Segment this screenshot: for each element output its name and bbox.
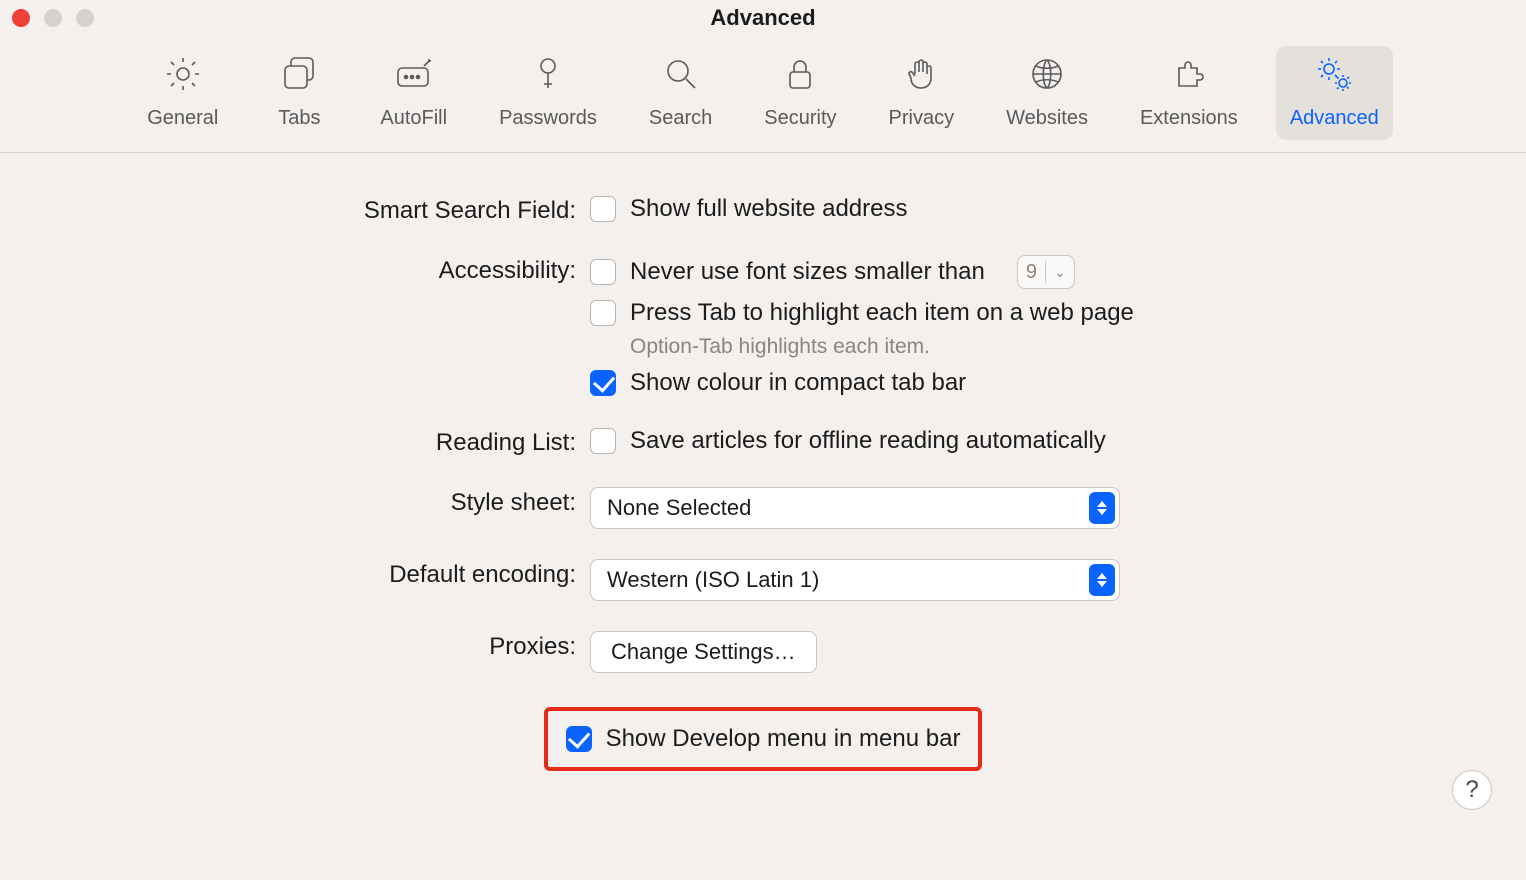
save-offline-checkbox[interactable] xyxy=(590,428,616,454)
window-titlebar: Advanced xyxy=(0,0,1526,36)
show-develop-checkbox[interactable] xyxy=(566,726,592,752)
tab-privacy[interactable]: Privacy xyxy=(875,46,969,140)
change-settings-label: Change Settings… xyxy=(611,639,796,665)
window-title: Advanced xyxy=(0,5,1526,31)
tab-label: General xyxy=(147,107,218,130)
default-encoding-select[interactable]: Western (ISO Latin 1) xyxy=(590,559,1120,601)
minimize-window-button[interactable] xyxy=(44,9,62,27)
default-encoding-value: Western (ISO Latin 1) xyxy=(607,567,819,593)
chevron-down-icon: ⌄ xyxy=(1054,264,1066,281)
help-label: ? xyxy=(1465,776,1478,804)
hand-icon xyxy=(901,54,941,99)
tab-extensions[interactable]: Extensions xyxy=(1126,46,1252,140)
tab-label: Advanced xyxy=(1290,107,1379,130)
tab-autofill[interactable]: AutoFill xyxy=(366,46,461,140)
globe-icon xyxy=(1027,54,1067,99)
tab-label: Passwords xyxy=(499,107,597,130)
lock-icon xyxy=(780,54,820,99)
advanced-pane: Smart Search Field: Show full website ad… xyxy=(0,153,1526,811)
tab-label: Tabs xyxy=(278,107,320,130)
tab-label: Privacy xyxy=(889,107,955,130)
reading-list-label: Reading List: xyxy=(60,427,590,457)
autofill-icon xyxy=(394,54,434,99)
help-button[interactable]: ? xyxy=(1452,770,1492,810)
show-full-address-checkbox[interactable] xyxy=(590,196,616,222)
tab-websites[interactable]: Websites xyxy=(992,46,1102,140)
gear-icon xyxy=(163,54,203,99)
never-smaller-checkbox[interactable] xyxy=(590,259,616,285)
close-window-button[interactable] xyxy=(12,9,30,27)
zoom-window-button[interactable] xyxy=(76,9,94,27)
tab-search[interactable]: Search xyxy=(635,46,726,140)
show-full-address-text: Show full website address xyxy=(630,195,907,223)
press-tab-text: Press Tab to highlight each item on a we… xyxy=(630,299,1134,327)
smart-search-label: Smart Search Field: xyxy=(60,195,590,225)
tab-advanced[interactable]: Advanced xyxy=(1276,46,1393,140)
puzzle-icon xyxy=(1169,54,1209,99)
tab-security[interactable]: Security xyxy=(750,46,850,140)
search-icon xyxy=(661,54,701,99)
style-sheet-label: Style sheet: xyxy=(60,487,590,517)
tab-tabs[interactable]: Tabs xyxy=(256,46,342,140)
select-arrows-icon xyxy=(1089,492,1115,524)
press-tab-hint: Option-Tab highlights each item. xyxy=(630,335,1134,359)
save-offline-text: Save articles for offline reading automa… xyxy=(630,427,1106,455)
show-develop-text: Show Develop menu in menu bar xyxy=(606,725,961,753)
never-smaller-text: Never use font sizes smaller than xyxy=(630,258,985,286)
tab-label: Search xyxy=(649,107,712,130)
tab-label: Websites xyxy=(1006,107,1088,130)
tab-passwords[interactable]: Passwords xyxy=(485,46,611,140)
tabs-icon xyxy=(279,54,319,99)
font-size-stepper[interactable]: 9 ⌄ xyxy=(1017,255,1075,289)
tab-general[interactable]: General xyxy=(133,46,232,140)
show-colour-text: Show colour in compact tab bar xyxy=(630,369,966,397)
show-colour-checkbox[interactable] xyxy=(590,370,616,396)
style-sheet-select[interactable]: None Selected xyxy=(590,487,1120,529)
press-tab-checkbox[interactable] xyxy=(590,300,616,326)
traffic-lights xyxy=(12,9,94,27)
tab-label: Extensions xyxy=(1140,107,1238,130)
preferences-toolbar: General Tabs AutoFill Passwords Search S… xyxy=(0,36,1526,153)
gears-icon xyxy=(1314,54,1354,99)
accessibility-label: Accessibility: xyxy=(60,255,590,285)
style-sheet-value: None Selected xyxy=(607,495,751,521)
tab-label: AutoFill xyxy=(380,107,447,130)
key-icon xyxy=(528,54,568,99)
font-size-value: 9 xyxy=(1026,261,1037,284)
select-arrows-icon xyxy=(1089,564,1115,596)
default-encoding-label: Default encoding: xyxy=(60,559,590,589)
tab-label: Security xyxy=(764,107,836,130)
develop-highlight: Show Develop menu in menu bar xyxy=(544,707,983,771)
change-settings-button[interactable]: Change Settings… xyxy=(590,631,817,673)
proxies-label: Proxies: xyxy=(60,631,590,661)
